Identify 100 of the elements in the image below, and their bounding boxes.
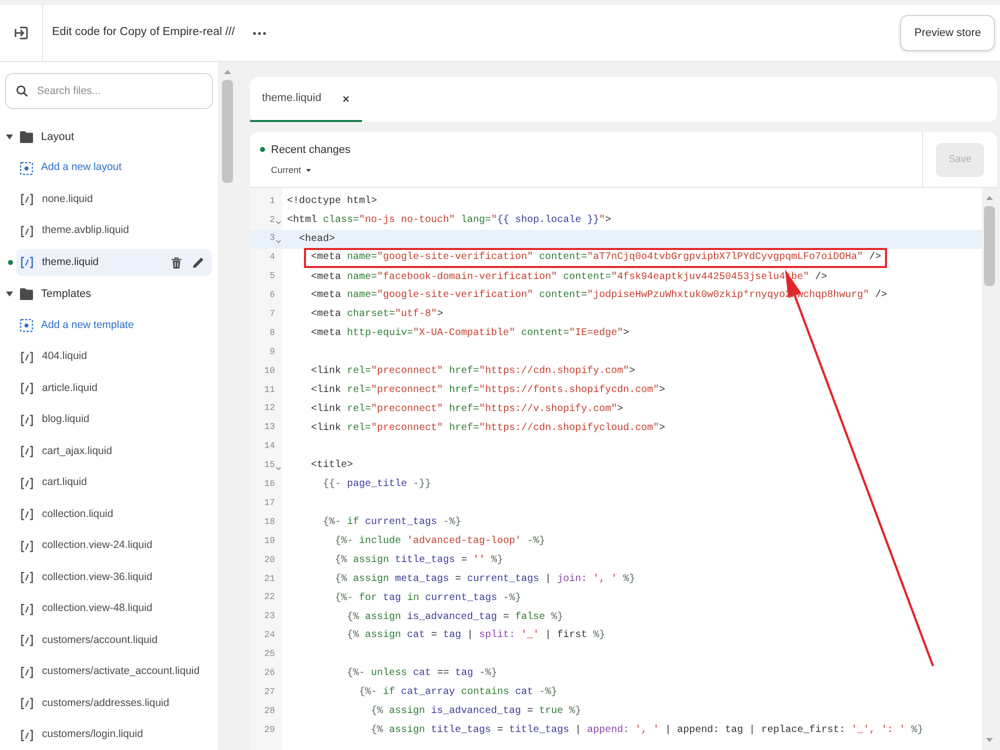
dotted-frame-icon: [20, 162, 33, 175]
code-line: {%- for tag in current_tags -%}: [335, 592, 522, 606]
folder-item[interactable]: Templates: [16, 286, 92, 302]
preview-store-button[interactable]: Preview store: [900, 15, 995, 51]
caret-icon[interactable]: [6, 134, 13, 140]
file-item[interactable]: none.liquid: [16, 186, 212, 214]
line-number: 11: [263, 384, 275, 397]
line-number: 2: [268, 214, 275, 227]
code-line: {{- page_title -}}: [323, 478, 432, 492]
code-brackets-icon: [20, 350, 34, 364]
scrollbar-thumb[interactable]: [222, 80, 232, 183]
fold-chevron-icon[interactable]: [276, 221, 281, 224]
code-brackets-icon: [20, 445, 34, 458]
version-select[interactable]: Current: [271, 164, 312, 178]
folder-icon: [20, 130, 33, 143]
page-title: Edit code for Copy of Empire-real ///: [52, 25, 235, 40]
line-number: 3: [268, 232, 275, 246]
file-item[interactable]: collection.liquid: [16, 501, 212, 528]
line-number: 12: [263, 402, 275, 416]
line-number: 7: [268, 308, 275, 322]
file-item[interactable]: collection.view-24.liquid: [16, 532, 212, 560]
file-item[interactable]: customers/addresses.liquid: [16, 690, 212, 718]
line-number: 1: [268, 194, 275, 208]
code-line: <title>: [311, 458, 354, 474]
code-line: {% assign title_tags = '' %}: [335, 554, 504, 568]
code-brackets-icon: [20, 256, 34, 270]
line-number: 13: [263, 421, 275, 434]
code-line: {% assign meta_tags = current_tags | join: ', ' %}: [335, 572, 636, 587]
code-brackets-icon: [20, 571, 34, 584]
file-item[interactable]: theme.liquid: [16, 249, 212, 276]
file-item[interactable]: cart.liquid: [16, 470, 212, 497]
trash-icon[interactable]: [171, 256, 182, 269]
folder-item[interactable]: Layout: [16, 128, 74, 145]
line-number: 24: [263, 629, 275, 642]
code-brackets-icon: [20, 224, 34, 238]
line-number: 28: [263, 704, 275, 718]
exit-icon: [13, 25, 29, 41]
code-line: <html class="no-js no-touch" lang="{{ shop.locale }}">: [287, 214, 612, 228]
line-number: 25: [263, 648, 275, 662]
line-number: 20: [263, 554, 275, 567]
line-number: 27: [263, 686, 275, 699]
folder-icon: [20, 288, 33, 300]
code-line: {% assign title_tags = title_tags | append: ', ' | append: tag | replace_first: '_', ': ' %}: [371, 724, 924, 738]
close-icon[interactable]: [343, 96, 349, 102]
file-tab[interactable]: theme.liquid: [250, 77, 362, 122]
code-brackets-icon: [20, 508, 34, 522]
file-item[interactable]: 404.liquid: [16, 344, 212, 371]
code-brackets-icon: [20, 697, 34, 710]
code-brackets-icon: [20, 602, 34, 616]
line-number: 26: [263, 666, 275, 680]
code-line: {%- if current_tags -%}: [323, 516, 462, 530]
file-item[interactable]: article.liquid: [16, 375, 212, 402]
code-brackets-icon: [20, 414, 34, 427]
status-dot-icon: [260, 147, 265, 152]
fold-chevron-icon[interactable]: [276, 240, 281, 244]
file-item[interactable]: theme.avblip.liquid: [16, 218, 212, 245]
code-line: {% assign cat = tag | split: '_' | first %}: [347, 628, 606, 644]
code-line: <meta http-equiv="X-UA-Compatible" content="IE=edge">: [311, 326, 630, 342]
file-item[interactable]: customers/login.liquid: [16, 722, 212, 749]
line-number: 9: [268, 346, 275, 359]
scroll-down-icon[interactable]: [986, 738, 993, 742]
code-line: <link rel="preconnect" href="https://v.shopify.com">: [311, 402, 624, 417]
pencil-icon[interactable]: [192, 256, 204, 269]
line-number: 21: [263, 572, 275, 586]
line-number: 22: [263, 591, 275, 604]
code-line: <link rel="preconnect" href="https://cdn.shopify.com">: [311, 364, 636, 379]
recent-changes-label: Recent changes: [271, 142, 350, 158]
scrollbar-thumb[interactable]: [984, 206, 995, 286]
file-item[interactable]: cart_ajax.liquid: [16, 438, 212, 466]
line-number: 14: [263, 440, 275, 454]
file-item[interactable]: blog.liquid: [16, 406, 212, 434]
line-number: 18: [263, 516, 275, 529]
code-line: {%- include 'advanced-tag-loop' -%}: [335, 534, 546, 549]
search-icon: [16, 85, 28, 97]
line-number: 8: [268, 326, 275, 340]
fold-chevron-icon[interactable]: [276, 466, 281, 470]
code-line: {%- if cat_array contains cat -%}: [359, 686, 558, 700]
code-brackets-icon: [20, 193, 34, 206]
line-number: 19: [263, 534, 275, 548]
line-number: 16: [263, 478, 275, 492]
file-item[interactable]: customers/activate_account.liquid: [16, 658, 212, 686]
line-number: 29: [263, 724, 275, 737]
file-item[interactable]: customers/account.liquid: [16, 627, 212, 654]
code-brackets-icon: [20, 476, 34, 490]
more-icon: [253, 32, 266, 34]
code-line: {% assign is_advanced_tag = false %}: [347, 610, 564, 625]
caret-icon[interactable]: [6, 291, 13, 298]
add-file-link[interactable]: Add a new layout: [16, 160, 122, 176]
scroll-up-icon[interactable]: [986, 196, 993, 200]
add-file-link[interactable]: Add a new template: [16, 318, 134, 334]
code-line: <head>: [299, 232, 336, 247]
file-item[interactable]: collection.view-36.liquid: [16, 564, 212, 592]
file-item[interactable]: collection.view-48.liquid: [16, 596, 212, 623]
scroll-up-icon[interactable]: [224, 70, 230, 74]
search-field[interactable]: Search files...: [5, 73, 213, 109]
line-number: 5: [268, 270, 275, 284]
code-brackets-icon: [20, 634, 34, 648]
code-line: <!doctype html>: [287, 194, 378, 209]
line-number: 17: [263, 496, 275, 510]
code-line: {%- unless cat == tag -%}: [347, 666, 498, 682]
